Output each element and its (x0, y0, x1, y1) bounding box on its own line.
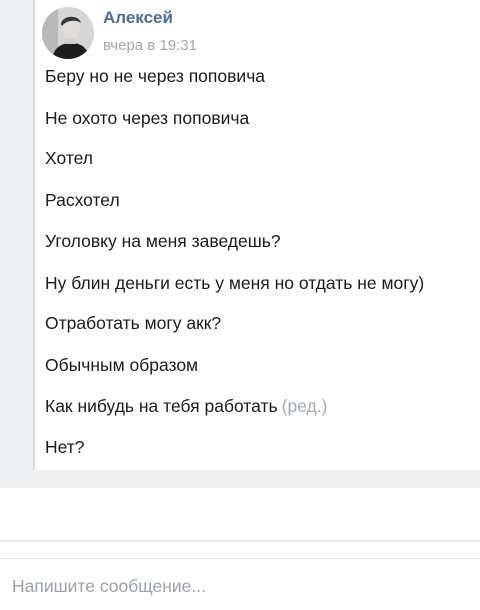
author-name[interactable]: Алексей (103, 8, 173, 28)
composer-divider (0, 558, 480, 559)
edited-message: Как нибудь на тебя работать (ред.) (45, 396, 327, 417)
message-text: Нет? (45, 437, 85, 457)
avatar[interactable] (42, 7, 94, 59)
edited-label: (ред.) (281, 396, 328, 416)
chat-screen: Алексей вчера в 19:31 Беру но не через п… (0, 0, 480, 610)
message-text: Обычным образом (45, 355, 199, 375)
message-text: Не охото через поповича (45, 108, 250, 128)
message-timestamp: вчера в 19:31 (103, 37, 197, 54)
message-input[interactable] (0, 568, 480, 604)
user-photo-icon (42, 7, 94, 59)
message-text: Хотел (45, 148, 94, 168)
message-text: Как нибудь на тебя работать (45, 396, 278, 416)
composer-divider (0, 540, 480, 542)
message-thread: Алексей вчера в 19:31 Беру но не через п… (0, 0, 480, 488)
message-text: Уголовку на меня заведешь? (45, 231, 281, 251)
message-text: Беру но не через поповича (45, 66, 266, 86)
message-text: Расхотел (45, 190, 120, 210)
message-text: Ну блин деньги есть у меня но отдать не … (45, 273, 425, 293)
message-text: Отработать могу акк? (45, 313, 222, 333)
